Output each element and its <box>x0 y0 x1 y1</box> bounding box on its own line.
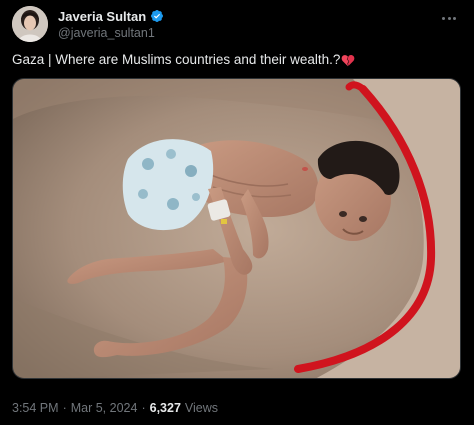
broken-heart-icon <box>341 54 355 67</box>
tweet-text: Gaza | Where are Muslims countries and t… <box>12 51 462 69</box>
tweet-header: Javeria Sultan @javeria_sultan1 <box>12 6 462 42</box>
avatar[interactable] <box>12 6 48 42</box>
tweet-date[interactable]: Mar 5, 2024 <box>71 401 138 415</box>
meta-separator: · <box>141 401 146 415</box>
more-options-icon[interactable] <box>436 8 462 28</box>
tweet-media-photo[interactable] <box>12 78 461 379</box>
tweet-meta: 3:54 PM · Mar 5, 2024 · 6,327 Views <box>12 401 218 415</box>
views-label: Views <box>184 401 219 415</box>
tweet-time[interactable]: 3:54 PM <box>12 401 59 415</box>
tweet-text-content: Gaza | Where are Muslims countries and t… <box>12 52 341 67</box>
verified-badge-icon <box>150 9 164 23</box>
tweet-card: Javeria Sultan @javeria_sultan1 Gaza | W… <box>0 0 474 425</box>
author-names: Javeria Sultan @javeria_sultan1 <box>58 9 164 40</box>
meta-separator: · <box>62 401 67 415</box>
author-display-name[interactable]: Javeria Sultan <box>58 9 146 24</box>
author-handle[interactable]: @javeria_sultan1 <box>58 26 164 40</box>
views-count: 6,327 <box>149 401 181 415</box>
